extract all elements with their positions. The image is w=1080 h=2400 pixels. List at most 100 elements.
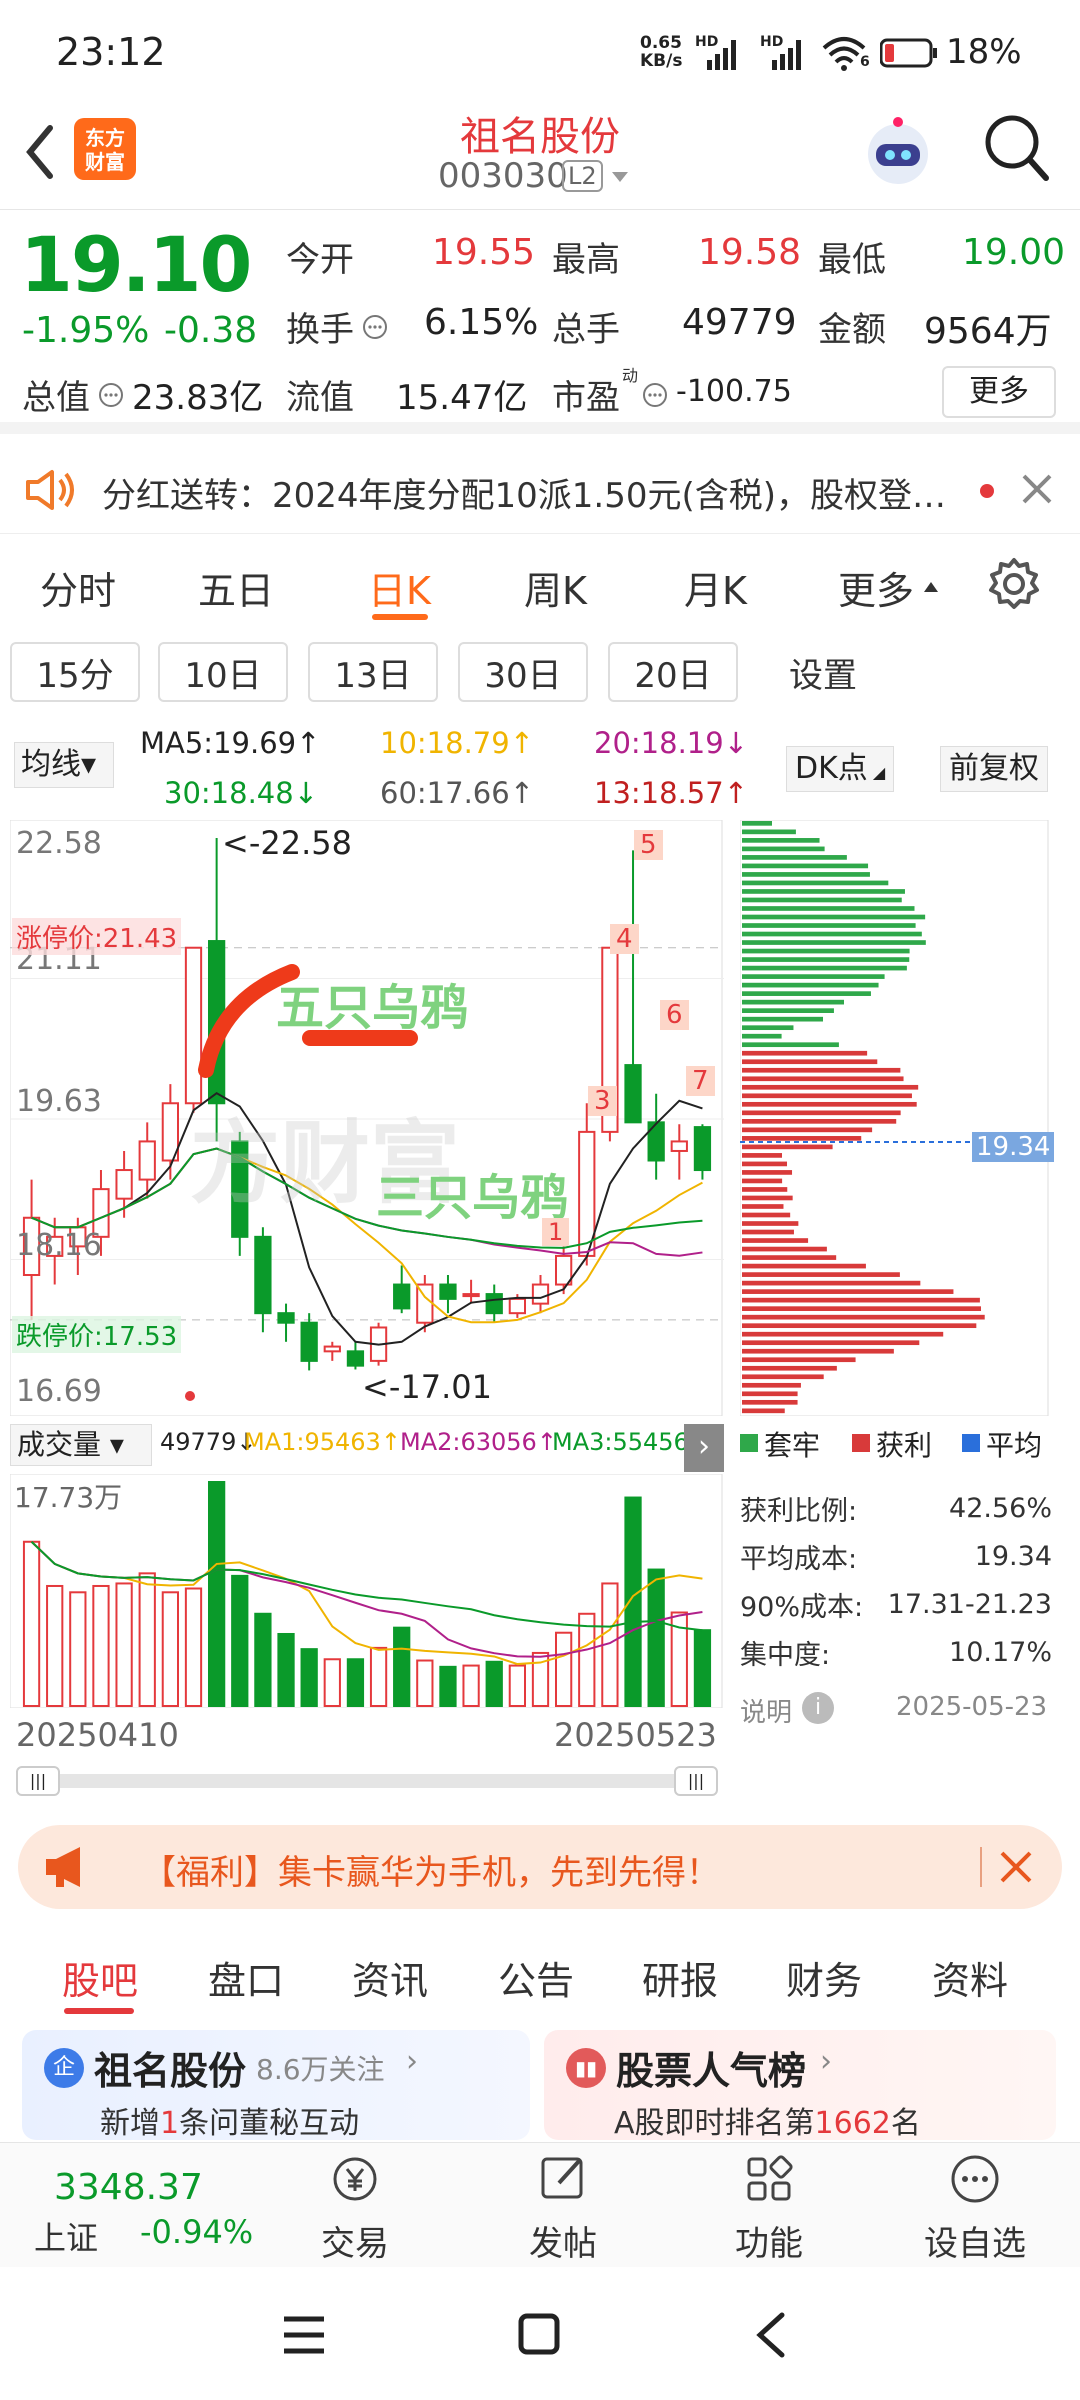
- volume-select[interactable]: 成交量 ▾: [10, 1424, 152, 1466]
- chip-bar: [742, 1340, 920, 1346]
- megaphone-icon: [46, 1847, 80, 1887]
- tab-profile[interactable]: 资料: [932, 1950, 1008, 2005]
- volume-label: 总手: [552, 310, 620, 350]
- banner-divider: [980, 1847, 982, 1887]
- mcap-info-icon[interactable]: [98, 382, 124, 408]
- volume-select-label: 成交量: [17, 1428, 102, 1461]
- pe-info-icon[interactable]: [642, 382, 668, 408]
- level2-badge[interactable]: L2: [562, 160, 603, 192]
- tab-announcements[interactable]: 公告: [498, 1950, 574, 2005]
- chip-bar: [742, 838, 820, 843]
- chip-legend: 套牢 获利 平均: [740, 1424, 1060, 1464]
- tab-research[interactable]: 研报: [642, 1950, 718, 2005]
- code-dropdown-icon[interactable]: [610, 170, 630, 184]
- chip-bar: [742, 1229, 794, 1235]
- ma20-value: 20:18.19↓: [594, 726, 748, 760]
- dk-point-select[interactable]: DK点 ◢: [786, 746, 895, 792]
- back-nav-icon[interactable]: [752, 2311, 788, 2359]
- promo-banner[interactable]: 【福利】集卡赢华为手机，先到先得！: [18, 1825, 1062, 1909]
- tab-5day[interactable]: 五日: [198, 560, 274, 615]
- menu-icon[interactable]: [282, 2315, 326, 2355]
- tab-monthly-k[interactable]: 月K: [684, 560, 747, 615]
- pe-sup: 动: [622, 366, 639, 385]
- back-icon[interactable]: [20, 122, 60, 182]
- index-widget[interactable]: 3348.37 上证 -0.94%: [0, 2143, 253, 2268]
- chip-bar: [742, 1357, 856, 1363]
- ma-select[interactable]: 均线▾: [14, 742, 114, 788]
- chip-bar: [742, 1127, 873, 1133]
- home-icon[interactable]: [518, 2313, 560, 2355]
- low-label: 最低: [818, 240, 886, 280]
- tab-finance[interactable]: 财务: [786, 1950, 862, 2005]
- volume-bar: [439, 1665, 457, 1708]
- chip-bar: [742, 1144, 833, 1150]
- chip-bar: [742, 1246, 827, 1252]
- popularity-sub: A股即时排名第1662名: [614, 2098, 921, 2142]
- tab-guba[interactable]: 股吧: [62, 1950, 138, 2005]
- tab-more[interactable]: 更多: [838, 560, 914, 615]
- stock-header: 东方 财富 祖名股份 003030 L2: [0, 100, 1080, 210]
- range-handle-right[interactable]: |||: [674, 1766, 718, 1796]
- period-20day[interactable]: 20日: [608, 642, 738, 702]
- avg-cost-tag: 19.34: [972, 1132, 1055, 1162]
- period-10day[interactable]: 10日: [158, 642, 288, 702]
- tab-weekly-k[interactable]: 周K: [524, 560, 587, 615]
- chip-bar: [742, 1153, 783, 1158]
- stock-community-card[interactable]: 企 祖名股份 8.6万关注 › 新增1条问董秘互动: [22, 2030, 530, 2141]
- speaker-icon: [26, 470, 74, 510]
- functions-button[interactable]: 功能: [714, 2151, 824, 2265]
- search-icon[interactable]: [982, 112, 1052, 186]
- chip-bar: [742, 1374, 824, 1380]
- tab-daily-k[interactable]: 日K: [368, 560, 431, 615]
- chip-distribution[interactable]: 19.34: [740, 820, 1055, 1416]
- ranking-chart-icon: ▮▮: [566, 2048, 606, 2088]
- chip-bar: [742, 821, 772, 826]
- chip-bar: [742, 1084, 919, 1090]
- popularity-card[interactable]: ▮▮ 股票人气榜 › A股即时排名第1662名: [544, 2030, 1056, 2142]
- expand-panel-icon[interactable]: ›: [684, 1424, 724, 1472]
- candle-body: [323, 1345, 341, 1353]
- settings-gear-icon[interactable]: [986, 556, 1042, 612]
- chip-bar: [742, 1263, 866, 1269]
- volume-bar: [161, 1591, 180, 1707]
- chip-bar: [742, 1033, 782, 1039]
- tab-pankou[interactable]: 盘口: [208, 1950, 284, 2005]
- volume-chart[interactable]: 17.73万: [10, 1474, 724, 1708]
- ma30-value: 30:18.48↓: [164, 776, 318, 810]
- volume-bar: [393, 1626, 411, 1707]
- chip-bar: [742, 1178, 783, 1184]
- chip-bar: [742, 880, 889, 886]
- adjust-select[interactable]: 前复权: [940, 746, 1048, 792]
- kline-chart[interactable]: 22.58 21.11 19.63 18.16 16.69 <-22.58 <-…: [10, 820, 724, 1416]
- period-30day[interactable]: 30日: [458, 642, 588, 702]
- chip-bar: [742, 1136, 862, 1141]
- post-button[interactable]: 发帖: [508, 2151, 618, 2265]
- explain-link[interactable]: 说明: [740, 1692, 792, 1729]
- chip-bar: [742, 1119, 897, 1124]
- annotation-three-crows: 三只乌鸦: [376, 1170, 569, 1226]
- stat-label: 平均成本:: [740, 1543, 858, 1575]
- tab-news[interactable]: 资讯: [352, 1950, 428, 2005]
- range-handle-left[interactable]: |||: [16, 1766, 60, 1796]
- period-13day[interactable]: 13日: [308, 642, 438, 702]
- close-notice-icon[interactable]: [1020, 472, 1054, 506]
- add-watchlist-button[interactable]: 设自选: [910, 2151, 1040, 2265]
- volume-current: 49779↓: [160, 1428, 257, 1456]
- trade-button[interactable]: 交易: [300, 2151, 410, 2265]
- period-settings[interactable]: 设置: [758, 642, 888, 702]
- chip-footer: 说明 i 2025-05-23: [740, 1690, 1052, 1730]
- period-15min[interactable]: 15分: [10, 642, 140, 702]
- close-banner-icon[interactable]: [998, 1849, 1034, 1885]
- range-scrollbar[interactable]: [16, 1774, 718, 1788]
- robot-assistant-icon[interactable]: [858, 112, 938, 192]
- volume-max-label: 17.73万: [14, 1481, 123, 1514]
- more-quote-button[interactable]: 更多: [942, 366, 1056, 418]
- ma13-value: 13:18.57↑: [594, 776, 748, 810]
- dividend-notice[interactable]: 分红送转：2024年度分配10派1.50元(含税)，股权登…: [0, 446, 1080, 534]
- tab-intraday[interactable]: 分时: [40, 560, 116, 615]
- candle-body: [254, 1235, 272, 1315]
- chip-bar: [742, 1212, 791, 1218]
- info-icon[interactable]: i: [802, 1692, 834, 1724]
- turnover-info-icon[interactable]: [362, 314, 388, 340]
- y-label-max: 22.58: [16, 826, 102, 861]
